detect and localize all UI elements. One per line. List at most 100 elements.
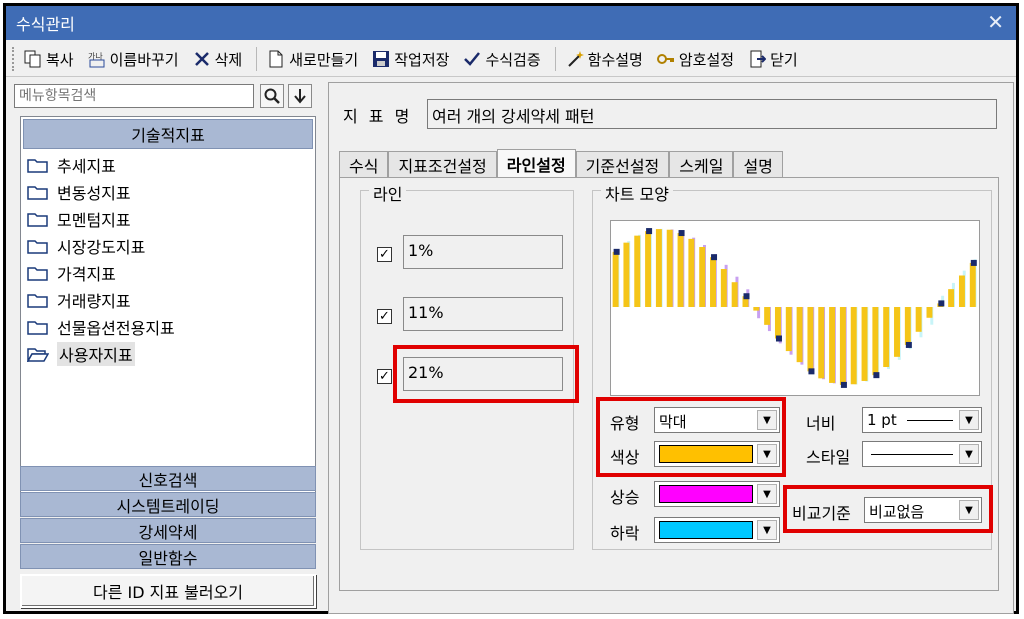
checkmark-icon — [463, 50, 481, 68]
function-help-button[interactable]: 함수설명 — [566, 49, 643, 70]
tab-formula[interactable]: 수식 — [339, 151, 389, 177]
password-button[interactable]: 암호설정 — [656, 49, 734, 70]
tree-header-technical[interactable]: 기술적지표 — [23, 119, 313, 149]
chevron-down-icon[interactable]: ▼ — [757, 484, 777, 504]
exit-door-icon — [748, 50, 767, 68]
chart-preview — [610, 220, 980, 396]
category-general-function[interactable]: 일반함수 — [20, 544, 316, 569]
preview-bar — [872, 307, 879, 376]
tree-item-user[interactable]: 사용자지표 — [21, 340, 315, 367]
preview-bar — [623, 242, 630, 307]
tree-item-volume[interactable]: 거래량지표 — [21, 286, 315, 313]
preview-marker — [905, 341, 912, 348]
tab-description[interactable]: 설명 — [733, 151, 783, 177]
folder-icon — [27, 211, 49, 227]
preview-marker — [646, 228, 653, 235]
indicator-tree: 기술적지표 추세지표 변동성지표 모멘텀지표 시장강도지표 가격지표 거래량지표… — [20, 116, 316, 506]
load-other-id-button[interactable]: 다른 ID 지표 불러오기 — [20, 574, 316, 608]
tab-scale[interactable]: 스케일 — [669, 151, 734, 177]
magic-wand-icon — [566, 50, 584, 68]
style-select[interactable]: ▼ — [862, 441, 982, 467]
line-3-checkbox[interactable]: ✓ — [377, 369, 392, 384]
chevron-down-icon[interactable]: ▼ — [959, 444, 979, 464]
preview-marker — [970, 259, 977, 266]
rename-button[interactable]: 가나 이름바꾸기 — [88, 49, 179, 70]
tree-item-volatility[interactable]: 변동성지표 — [21, 178, 315, 205]
new-button[interactable]: 새로만들기 — [267, 49, 358, 70]
line-2-field[interactable]: 11% — [403, 297, 563, 331]
preview-bar — [720, 269, 727, 307]
close-button[interactable]: 닫기 — [748, 49, 798, 70]
preview-bar — [753, 307, 760, 311]
tree-item-label: 사용자지표 — [57, 341, 135, 366]
tree-item-label: 시장강도지표 — [57, 237, 146, 257]
close-label: 닫기 — [770, 50, 798, 69]
style-label: 스타일 — [806, 448, 851, 467]
preview-bar — [634, 235, 641, 307]
preview-bar — [839, 307, 846, 385]
tree-item-label: 모멘텀지표 — [57, 210, 131, 230]
tab-body-line-settings: 라인 ✓ 1% ✓ 11% ✓ 21% 차트 모양 유형 막대 ▼ 색상 ▼ 상… — [339, 177, 999, 591]
chevron-down-icon[interactable]: ▼ — [959, 410, 979, 430]
chevron-down-icon[interactable]: ▼ — [757, 520, 777, 540]
preview-bar — [645, 231, 652, 307]
preview-marker — [840, 381, 847, 388]
folder-icon — [27, 157, 49, 173]
down-label: 하락 — [610, 524, 640, 543]
close-icon[interactable]: ✕ — [987, 10, 1004, 34]
tree-item-label: 거래량지표 — [57, 291, 131, 311]
category-bull-bear[interactable]: 강세약세 — [20, 518, 316, 543]
highlight-compare — [783, 485, 993, 533]
copy-button[interactable]: 복사 — [24, 49, 74, 70]
preview-bar — [688, 238, 695, 307]
delete-button[interactable]: 삭제 — [193, 49, 243, 70]
up-color-select[interactable]: ▼ — [654, 481, 780, 507]
save-button[interactable]: 작업저장 — [372, 49, 449, 70]
width-select[interactable]: 1 pt ▼ — [862, 407, 982, 433]
tab-condition-settings[interactable]: 지표조건설정 — [388, 151, 497, 177]
tree-item-market-strength[interactable]: 시장강도지표 — [21, 232, 315, 259]
line-1-field[interactable]: 1% — [403, 235, 563, 269]
tree-item-label: 변동성지표 — [57, 183, 131, 203]
copy-icon — [24, 50, 42, 68]
category-system-trading[interactable]: 시스템트레이딩 — [20, 492, 316, 517]
preview-bar — [829, 307, 836, 383]
delete-label: 삭제 — [214, 50, 243, 69]
title-bar: 수식관리 ✕ — [6, 6, 1016, 40]
folder-icon — [27, 184, 49, 200]
down-color-select[interactable]: ▼ — [654, 517, 780, 543]
rename-label: 이름바꾸기 — [109, 50, 179, 69]
scroll-down-button[interactable] — [288, 84, 312, 108]
line-1-checkbox[interactable]: ✓ — [377, 247, 392, 262]
color-swatch-down — [659, 521, 753, 539]
preview-bar — [677, 233, 684, 307]
tab-line-settings[interactable]: 라인설정 — [496, 149, 576, 177]
preview-bar — [699, 246, 706, 307]
category-signal-search[interactable]: 신호검색 — [20, 466, 316, 491]
toolbar-separator — [256, 47, 258, 71]
rename-icon: 가나 — [88, 50, 106, 68]
tab-baseline-settings[interactable]: 기준선설정 — [575, 151, 670, 177]
menu-search-input[interactable] — [14, 84, 254, 108]
preview-marker — [808, 368, 815, 375]
line-2-checkbox[interactable]: ✓ — [377, 309, 392, 324]
tree-item-trend[interactable]: 추세지표 — [21, 151, 315, 178]
toolbar-grip — [12, 47, 18, 71]
up-label: 상승 — [610, 488, 640, 507]
tree-item-futures-options[interactable]: 선물옵션전용지표 — [21, 313, 315, 340]
search-row — [12, 80, 318, 110]
search-button[interactable] — [260, 84, 284, 108]
preview-bar — [731, 282, 738, 307]
preview-bar — [785, 307, 792, 352]
indicator-name-field[interactable]: 여러 개의 강세약세 패턴 — [427, 99, 997, 129]
highlight-line-3 — [393, 345, 579, 403]
verify-label: 수식검증 — [485, 50, 541, 69]
preview-bar — [894, 307, 900, 357]
tree-item-price[interactable]: 가격지표 — [21, 259, 315, 286]
verify-button[interactable]: 수식검증 — [463, 49, 541, 70]
folder-icon — [27, 319, 49, 335]
copy-label: 복사 — [46, 50, 74, 69]
tree-item-momentum[interactable]: 모멘텀지표 — [21, 205, 315, 232]
folder-icon — [27, 238, 49, 254]
delete-x-icon — [193, 50, 211, 68]
